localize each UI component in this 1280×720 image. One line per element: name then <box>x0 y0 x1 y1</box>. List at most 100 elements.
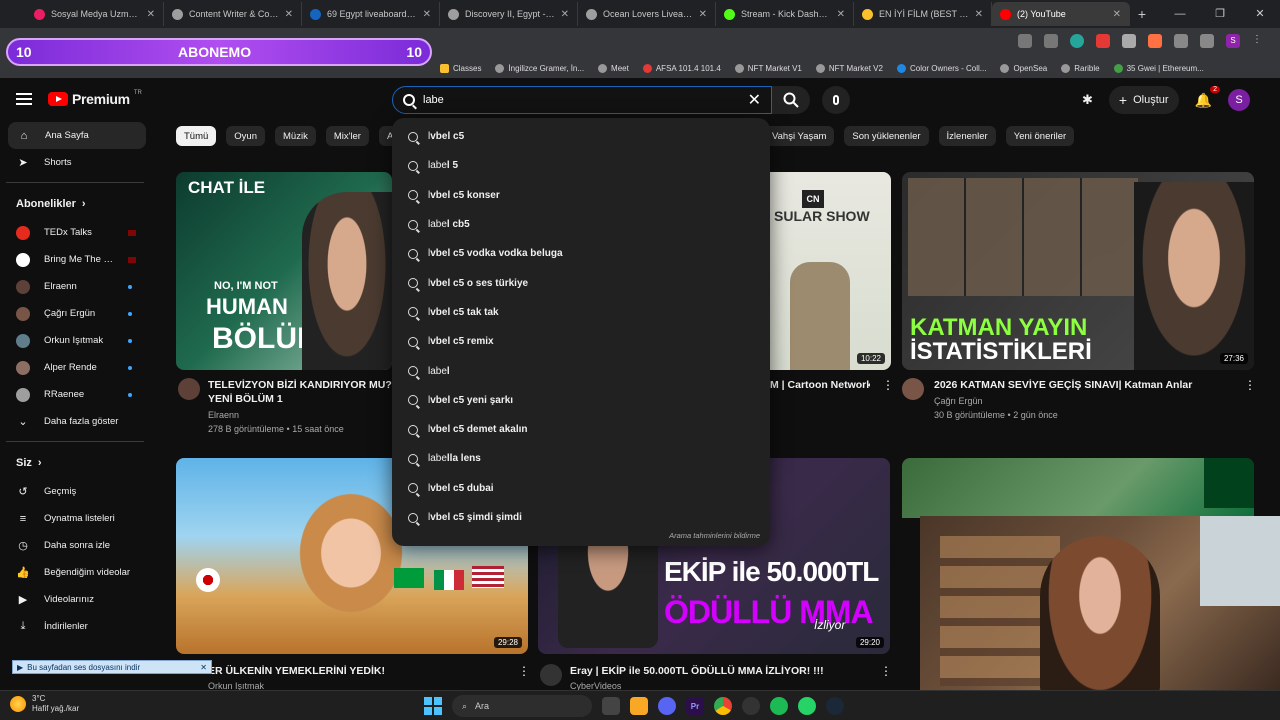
sidebar-item-downloads[interactable]: ⤓ İndirilenler <box>0 613 146 640</box>
bookmark[interactable]: Classes <box>440 63 481 73</box>
suggestion-item[interactable]: lvbel c5 vodka vodka beluga <box>392 239 770 268</box>
bookmark[interactable]: NFT Market V1 <box>734 63 802 73</box>
suggestion-item[interactable]: lvbel c5 tak tak <box>392 298 770 327</box>
sidebar-item-subscription[interactable]: Alper Rende <box>0 354 146 381</box>
menu-dots-icon[interactable]: ⋮ <box>1252 34 1266 48</box>
close-window-icon[interactable]: ✕ <box>1240 0 1280 28</box>
suggestion-item[interactable]: label <box>392 356 770 385</box>
extension-icon[interactable] <box>1096 34 1110 48</box>
browser-tab[interactable]: Content Writer & Commu ✕ <box>164 2 302 26</box>
bookmark[interactable]: Meet <box>598 63 629 73</box>
video-thumbnail[interactable] <box>902 458 1254 518</box>
suggestion-item[interactable]: lvbel c5 yeni şarkı <box>392 386 770 415</box>
video-title[interactable]: YENİ BÖLÜM 1 <box>208 392 283 406</box>
windows-start-icon[interactable] <box>424 697 442 715</box>
browser-tab[interactable]: Sosyal Medya Uzmanı Ara ✕ <box>26 2 164 26</box>
sidebar-item-subscription[interactable]: Çağrı Ergün <box>0 300 146 327</box>
tab-close-icon[interactable]: ✕ <box>285 9 293 20</box>
channel-avatar[interactable] <box>178 378 200 400</box>
suggestion-item[interactable]: lvbel c5 demet akalın <box>392 415 770 444</box>
suggestion-item[interactable]: lvbel c5 dubai <box>392 474 770 503</box>
weather-widget[interactable]: 3°C Hafif yağ./kar <box>10 694 79 714</box>
file-explorer-icon[interactable] <box>630 697 648 715</box>
browser-tab[interactable]: Discovery II, Egypt - LiveA ✕ <box>440 2 578 26</box>
more-options-icon[interactable]: ⋮ <box>880 664 892 678</box>
premiere-pro-icon[interactable]: Pr <box>686 697 704 715</box>
account-avatar[interactable]: S <box>1228 89 1250 111</box>
video-title[interactable]: M | Cartoon Network <box>770 378 870 392</box>
chip[interactable]: Son yüklenenler <box>844 126 929 146</box>
notifications-button[interactable]: 🔔 2 <box>1195 85 1220 109</box>
extension-icon[interactable] <box>1070 34 1084 48</box>
bookmark[interactable]: AFSA 101.4 101.4 <box>642 63 721 73</box>
clear-search-icon[interactable]: ✕ <box>748 90 761 110</box>
more-options-icon[interactable]: ⋮ <box>518 664 530 678</box>
browser-tab[interactable]: Stream - Kick Dashboard ✕ <box>716 2 854 26</box>
video-title[interactable]: ER ÜLKENİN YEMEKLERİNİ YEDİK! <box>208 664 385 678</box>
sidebar-item-home[interactable]: ⌂ Ana Sayfa <box>8 122 146 149</box>
chip[interactable]: İzlenenler <box>938 126 996 146</box>
chrome-icon[interactable] <box>714 697 732 715</box>
minimize-icon[interactable]: — <box>1160 0 1200 28</box>
browser-tab[interactable]: EN İYİ FİLM (BEST MOVIE ✕ <box>854 2 992 26</box>
cast-icon[interactable]: ✱ <box>1082 92 1093 108</box>
video-thumbnail[interactable]: CN SULAR SHOW 10:22 <box>770 172 891 370</box>
cast-icon[interactable] <box>1018 34 1032 48</box>
download-audio-toast[interactable]: ▶ Bu sayfadan ses dosyasını indir ✕ <box>12 660 212 674</box>
channel-avatar[interactable] <box>540 664 562 686</box>
tab-close-icon[interactable]: ✕ <box>147 9 155 20</box>
sidebar-item-subscription[interactable]: RRaenee <box>0 381 146 408</box>
spotify-icon[interactable] <box>770 697 788 715</box>
suggestion-item[interactable]: lvbel c5 remix <box>392 327 770 356</box>
video-title[interactable]: Eray | EKİP ile 50.000TL ÖDÜLLÜ MMA İZLİ… <box>570 664 870 678</box>
sidebar-item-shorts[interactable]: ➤ Shorts <box>0 149 146 176</box>
task-view-icon[interactable] <box>602 697 620 715</box>
search-button[interactable] <box>772 86 810 114</box>
bookmark[interactable]: 35 Gwei | Ethereum... <box>1113 63 1204 73</box>
browser-tab-active[interactable]: (2) YouTube ✕ <box>992 2 1130 26</box>
subscriptions-heading[interactable]: Abonelikler › <box>0 189 154 219</box>
suggestion-item[interactable]: labella lens <box>392 444 770 473</box>
tab-close-icon[interactable]: ✕ <box>423 9 431 20</box>
video-title[interactable]: TELEVİZYON BİZİ KANDIRIYOR MU? | <box>208 378 392 392</box>
sidebar-item-watch-later[interactable]: ◷ Daha sonra izle <box>0 532 146 559</box>
sidebar-item-history[interactable]: ↺ Geçmiş <box>0 478 146 505</box>
tab-close-icon[interactable]: ✕ <box>837 9 845 20</box>
extension-icon[interactable] <box>1122 34 1136 48</box>
sidebar-item-liked-videos[interactable]: 👍 Beğendiğim videolar <box>0 559 146 586</box>
chip[interactable]: Yeni öneriler <box>1005 126 1075 146</box>
sidebar-item-subscription[interactable]: Elraenn <box>0 273 146 300</box>
chip-all[interactable]: Tümü <box>176 126 217 146</box>
chip[interactable]: Vahşi Yaşam <box>764 126 835 146</box>
tab-close-icon[interactable]: ✕ <box>1113 9 1121 20</box>
youtube-logo[interactable]: Premium TR <box>48 90 142 107</box>
bookmark-star-icon[interactable] <box>1044 34 1058 48</box>
suggestion-item[interactable]: lvbel c5 <box>392 122 770 151</box>
chip[interactable]: Müzik <box>275 126 316 146</box>
extension-icon[interactable] <box>1148 34 1162 48</box>
profile-avatar[interactable]: S <box>1226 34 1240 48</box>
create-button[interactable]: + Oluştur <box>1108 86 1179 114</box>
bookmark[interactable]: OpenSea <box>1000 63 1047 73</box>
suggestion-item[interactable]: lvbel c5 o ses türkiye <box>392 268 770 297</box>
browser-tab[interactable]: Ocean Lovers Liveaboard ✕ <box>578 2 716 26</box>
you-heading[interactable]: Siz › <box>0 448 154 478</box>
close-icon[interactable]: ✕ <box>200 663 211 672</box>
discord-icon[interactable] <box>658 697 676 715</box>
sidebar-item-playlists[interactable]: ≡ Oynatma listeleri <box>0 505 146 532</box>
menu-icon[interactable] <box>16 93 32 105</box>
bookmark[interactable]: NFT Market V2 <box>815 63 883 73</box>
suggestion-item[interactable]: label 5 <box>392 151 770 180</box>
chip[interactable]: Oyun <box>226 126 266 146</box>
tab-close-icon[interactable]: ✕ <box>561 9 569 20</box>
video-title[interactable]: 2026 KATMAN SEVİYE GEÇİŞ SINAVI| Katman … <box>934 378 1234 392</box>
video-thumbnail[interactable]: KATMAN YAYIN İSTATİSTİKLERİ 27:36 <box>902 172 1254 370</box>
maximize-icon[interactable]: ❐ <box>1200 0 1240 28</box>
reading-list-icon[interactable] <box>1200 34 1214 48</box>
steam-icon[interactable] <box>826 697 844 715</box>
whatsapp-icon[interactable] <box>798 697 816 715</box>
bookmark[interactable]: Color Owners - Coll... <box>896 63 986 73</box>
report-predictions-link[interactable]: Arama tahminlerini bildirme <box>669 531 760 540</box>
search-input[interactable] <box>423 94 748 106</box>
channel-name[interactable]: Elraenn <box>208 408 239 422</box>
